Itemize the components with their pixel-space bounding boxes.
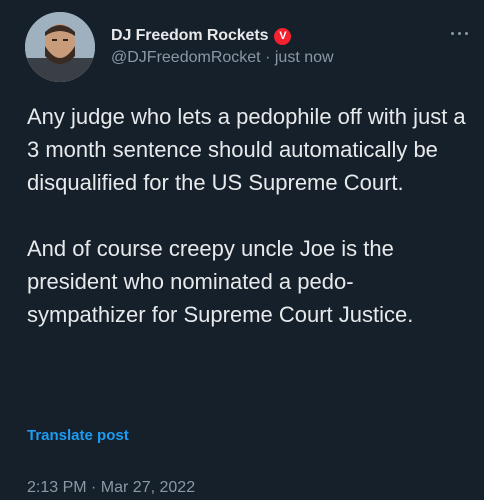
avatar[interactable]	[25, 12, 95, 82]
tweet-timestamp[interactable]: 2:13 PM · Mar 27, 2022	[27, 479, 195, 497]
more-dot	[465, 32, 468, 35]
author-meta-row: @DJFreedomRocket · just now	[111, 49, 334, 67]
tweet-card: DJ Freedom Rockets V @DJFreedomRocket · …	[0, 0, 484, 500]
more-dot	[451, 32, 454, 35]
author-display-name[interactable]: DJ Freedom Rockets	[111, 27, 268, 45]
more-dot	[458, 32, 461, 35]
translate-post-link[interactable]: Translate post	[27, 427, 129, 444]
tweet-text: Any judge who lets a pedophile off with …	[27, 104, 466, 327]
author-name-row: DJ Freedom Rockets V	[111, 25, 292, 47]
verified-badge-icon: V	[274, 27, 292, 45]
author-handle[interactable]: @DJFreedomRocket	[111, 49, 261, 66]
meta-separator: ·	[265, 49, 271, 66]
relative-time: just now	[274, 49, 334, 66]
more-dots-icon[interactable]	[451, 32, 468, 35]
avatar-image	[25, 12, 95, 82]
